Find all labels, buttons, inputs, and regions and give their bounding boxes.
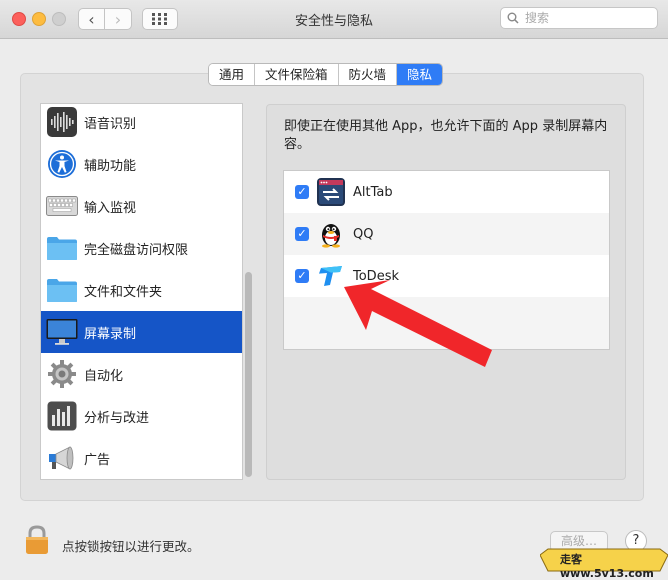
app-checkbox[interactable]: ✓ xyxy=(295,269,309,283)
sidebar-item-files-and-folders[interactable]: 文件和文件夹 xyxy=(41,269,242,311)
app-list: ✓ AltTab ✓ QQ ✓ ToDesk xyxy=(283,170,610,350)
tab-privacy[interactable]: 隐私 xyxy=(397,64,443,85)
gear-icon xyxy=(46,358,78,390)
sidebar-item-screen-recording[interactable]: 屏幕录制 xyxy=(41,311,242,353)
tab-firewall[interactable]: 防火墙 xyxy=(338,64,398,85)
app-checkbox[interactable]: ✓ xyxy=(295,185,309,199)
sidebar-item-automation[interactable]: 自动化 xyxy=(41,353,242,395)
sidebar-scrollbar[interactable] xyxy=(245,272,252,477)
checkmark-icon: ✓ xyxy=(297,185,307,198)
lock-icon[interactable] xyxy=(24,525,50,555)
watermark-text: 走客 www.5v13.com xyxy=(560,553,654,580)
accessibility-icon xyxy=(46,148,78,180)
sidebar-item-label: 语音识别 xyxy=(84,116,137,132)
bar-chart-icon xyxy=(46,400,78,432)
checkmark-icon: ✓ xyxy=(297,227,307,240)
tab-bar: 通用 文件保险箱 防火墙 隐私 xyxy=(208,63,444,86)
alttab-icon xyxy=(317,178,345,206)
app-list-empty-row xyxy=(284,297,609,349)
sidebar-item-advertising[interactable]: 广告 xyxy=(41,437,242,479)
sidebar-item-full-disk-access[interactable]: 完全磁盘访问权限 xyxy=(41,227,242,269)
lock-hint-text: 点按锁按钮以进行更改。 xyxy=(62,539,200,554)
sidebar-item-input-monitoring[interactable]: 输入监视 xyxy=(41,185,242,227)
app-checkbox[interactable]: ✓ xyxy=(295,227,309,241)
folder-icon xyxy=(46,274,78,306)
tab-filevault[interactable]: 文件保险箱 xyxy=(255,64,339,85)
privacy-category-list: 语音识别 辅助功能 输入监视 完全磁盘访问权限 文件和文件夹 屏幕录制 自动化 … xyxy=(40,103,243,480)
sidebar-item-label: 输入监视 xyxy=(84,200,137,216)
sidebar-item-accessibility[interactable]: 辅助功能 xyxy=(41,143,242,185)
waveform-icon xyxy=(46,106,78,138)
sidebar-item-label: 广告 xyxy=(84,452,111,468)
sidebar-item-speech-recognition[interactable]: 语音识别 xyxy=(41,104,242,143)
todesk-icon xyxy=(317,262,345,290)
app-name: AltTab xyxy=(353,184,393,200)
app-row-todesk[interactable]: ✓ ToDesk xyxy=(284,255,609,297)
sidebar-item-label: 文件和文件夹 xyxy=(84,284,163,300)
search-input[interactable] xyxy=(523,10,647,26)
panel-description: 即使正在使用其他 App，也允许下面的 App 录制屏幕内容。 xyxy=(284,119,608,152)
keyboard-icon xyxy=(46,190,78,222)
qq-penguin-icon xyxy=(317,220,345,248)
app-name: ToDesk xyxy=(353,268,399,284)
sidebar-item-label: 完全磁盘访问权限 xyxy=(84,242,189,258)
sidebar-item-label: 屏幕录制 xyxy=(84,326,137,342)
app-row-alttab[interactable]: ✓ AltTab xyxy=(284,171,609,213)
megaphone-icon xyxy=(46,442,78,474)
display-icon xyxy=(46,316,78,348)
sidebar-item-label: 分析与改进 xyxy=(84,410,150,426)
app-name: QQ xyxy=(353,226,374,242)
search-icon xyxy=(507,12,519,24)
app-row-qq[interactable]: ✓ QQ xyxy=(284,213,609,255)
sidebar-item-analytics[interactable]: 分析与改进 xyxy=(41,395,242,437)
checkmark-icon: ✓ xyxy=(297,269,307,282)
tab-general[interactable]: 通用 xyxy=(209,64,256,85)
search-field[interactable] xyxy=(500,7,658,29)
sidebar-item-label: 辅助功能 xyxy=(84,158,137,174)
sidebar-item-label: 自动化 xyxy=(84,368,124,384)
folder-icon xyxy=(46,232,78,264)
